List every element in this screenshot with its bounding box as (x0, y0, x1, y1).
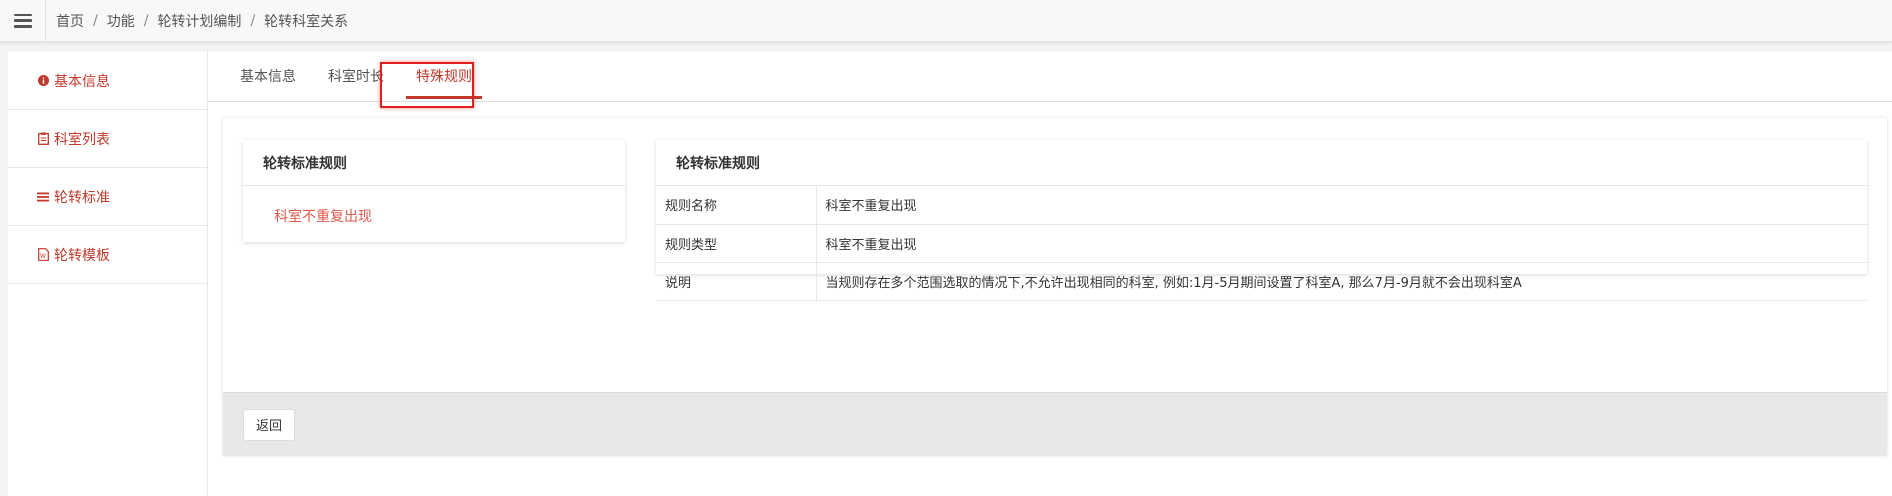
row-value: 科室不重复出现 (816, 224, 1867, 263)
breadcrumb-function[interactable]: 功能 (107, 11, 135, 31)
breadcrumb-separator: / (250, 12, 256, 29)
sidebar-item-template[interactable]: W 轮转模板 (8, 226, 207, 284)
rule-detail-card: 轮转标准规则 规则名称 科室不重复出现 规则类型 科室不重复出现 说明 当规则存… (656, 140, 1867, 301)
breadcrumb-separator: / (93, 12, 98, 29)
breadcrumb-plan[interactable]: 轮转计划编制 (157, 11, 241, 31)
menu-toggle-button[interactable] (0, 0, 46, 42)
card-title: 轮转标准规则 (243, 140, 625, 186)
rule-detail-table: 规则名称 科室不重复出现 规则类型 科室不重复出现 说明 当规则存在多个范围选取… (656, 186, 1867, 301)
tab-bar: 基本信息 科室时长 特殊规则 (208, 52, 1892, 102)
row-key: 说明 (656, 262, 817, 301)
top-navbar: 首页 / 功能 / 轮转计划编制 / 轮转科室关系 (0, 0, 1892, 42)
tab-special-rules[interactable]: 特殊规则 (400, 51, 488, 101)
svg-text:W: W (40, 253, 46, 260)
info-circle-icon (36, 74, 50, 88)
tab-dept-duration[interactable]: 科室时长 (312, 51, 400, 101)
rule-item-link[interactable]: 科室不重复出现 (243, 186, 625, 226)
rules-panel: 轮转标准规则 科室不重复出现 轮转标准规则 规则名称 科室不重复出现 规则类型 … (223, 118, 1887, 456)
tab-basic-info[interactable]: 基本信息 (224, 51, 312, 101)
breadcrumb-separator: / (143, 12, 149, 29)
sidebar-item-label: 科室列表 (54, 131, 110, 148)
sidebar-item-label: 轮转模板 (54, 247, 110, 264)
form-footer: 返回 (223, 392, 1887, 456)
sidebar-item-label: 基本信息 (54, 73, 110, 90)
table-row: 说明 当规则存在多个范围选取的情况下,不允许出现相同的科室, 例如:1月-5月期… (656, 262, 1867, 301)
card-title: 轮转标准规则 (656, 140, 1867, 186)
table-row: 规则类型 科室不重复出现 (656, 224, 1867, 263)
document-icon: W (36, 248, 50, 262)
row-key: 规则类型 (656, 224, 817, 263)
hamburger-icon (13, 13, 32, 28)
breadcrumb: 首页 / 功能 / 轮转计划编制 / 轮转科室关系 (46, 11, 348, 31)
list-icon (36, 190, 50, 204)
sidebar-item-label: 轮转标准 (54, 189, 110, 206)
table-row: 规则名称 科室不重复出现 (656, 186, 1867, 225)
sidebar: 基本信息 科室列表 轮转标准 W 轮转模板 (8, 52, 208, 496)
main-content: 基本信息 科室时长 特殊规则 轮转标准规则 科室不重复出现 轮转标准规则 规则名… (208, 52, 1892, 496)
sidebar-item-dept-list[interactable]: 科室列表 (8, 110, 207, 168)
sidebar-item-basic-info[interactable]: 基本信息 (8, 52, 207, 110)
sidebar-item-standard[interactable]: 轮转标准 (8, 168, 207, 226)
back-button[interactable]: 返回 (243, 408, 296, 441)
breadcrumb-home[interactable]: 首页 (56, 11, 84, 31)
rules-list-card: 轮转标准规则 科室不重复出现 (243, 140, 625, 242)
clipboard-icon (36, 132, 50, 146)
row-value: 科室不重复出现 (816, 186, 1867, 225)
breadcrumb-current: 轮转科室关系 (264, 13, 349, 30)
row-value: 当规则存在多个范围选取的情况下,不允许出现相同的科室, 例如:1月-5月期间设置… (816, 262, 1867, 301)
row-key: 规则名称 (656, 186, 817, 225)
